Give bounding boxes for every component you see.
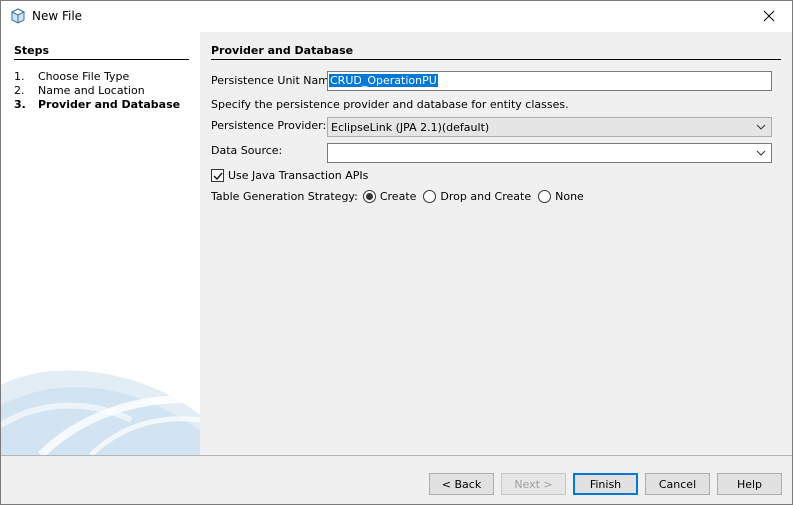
- radio-label-drop-and-create: Drop and Create: [440, 190, 532, 203]
- instructions-text: Specify the persistence provider and dat…: [211, 98, 569, 111]
- radio-button-drop-and-create[interactable]: [423, 190, 437, 203]
- jta-checkbox-label: Use Java Transaction APIs: [228, 169, 369, 182]
- radio-label-create: Create: [379, 190, 417, 203]
- back-button[interactable]: < Back: [429, 473, 494, 495]
- title-bar: New File: [1, 1, 792, 31]
- provider-dropdown[interactable]: EclipseLink (JPA 2.1)(default): [327, 117, 772, 137]
- content-panel: Provider and Database Persistence Unit N…: [200, 32, 792, 455]
- netbeans-cube-icon: [10, 8, 26, 24]
- jta-checkbox[interactable]: [211, 169, 224, 182]
- radio-option-none[interactable]: None: [538, 190, 584, 203]
- table-strategy-label: Table Generation Strategy:: [211, 190, 358, 203]
- step-number: 2.: [14, 84, 25, 97]
- content-heading: Provider and Database: [211, 44, 781, 60]
- datasource-label: Data Source:: [211, 144, 283, 157]
- new-file-dialog: New File Steps 1. Choose File Type 2. Na…: [0, 0, 793, 505]
- finish-button[interactable]: Finish: [573, 473, 638, 495]
- checkmark-icon: [212, 172, 223, 180]
- help-button[interactable]: Help: [717, 473, 782, 495]
- persistence-unit-label: Persistence Unit Name:: [211, 74, 340, 87]
- chevron-down-icon: [756, 150, 766, 156]
- step-number: 3.: [14, 98, 26, 111]
- radio-button-create[interactable]: [362, 190, 376, 203]
- radio-option-create[interactable]: Create: [362, 190, 417, 203]
- provider-value: EclipseLink (JPA 2.1)(default): [331, 120, 490, 134]
- close-button[interactable]: [746, 1, 792, 31]
- persistence-unit-value: CRUD_OperationPU: [329, 74, 438, 87]
- step-item-current: 3. Provider and Database: [14, 98, 180, 112]
- steps-list: 1. Choose File Type 2. Name and Location…: [14, 70, 180, 112]
- steps-heading: Steps: [14, 44, 189, 60]
- steps-panel: Steps 1. Choose File Type 2. Name and Lo…: [1, 32, 200, 455]
- persistence-unit-input[interactable]: CRUD_OperationPU: [327, 71, 772, 91]
- next-button[interactable]: Next >: [501, 473, 566, 495]
- radio-option-drop-and-create[interactable]: Drop and Create: [423, 190, 531, 203]
- button-bar: < Back Next > Finish Cancel Help: [1, 455, 792, 504]
- provider-label: Persistence Provider:: [211, 119, 327, 132]
- table-strategy-row: Table Generation Strategy: Create Drop a…: [211, 190, 591, 203]
- cancel-button[interactable]: Cancel: [645, 473, 710, 495]
- radio-selected-dot: [365, 193, 373, 200]
- jta-checkbox-row[interactable]: Use Java Transaction APIs: [211, 169, 368, 182]
- close-icon: [763, 10, 775, 22]
- step-label: Name and Location: [38, 84, 145, 97]
- step-item: 2. Name and Location: [14, 84, 180, 98]
- step-label: Provider and Database: [38, 98, 181, 111]
- radio-button-none[interactable]: [538, 190, 552, 203]
- datasource-dropdown[interactable]: [327, 143, 772, 163]
- step-label: Choose File Type: [38, 70, 130, 83]
- window-title: New File: [32, 9, 83, 23]
- decorative-swoosh-graphic: [1, 370, 200, 455]
- chevron-down-icon: [756, 124, 766, 130]
- step-number: 1.: [14, 70, 25, 83]
- radio-label-none: None: [555, 190, 584, 203]
- step-item: 1. Choose File Type: [14, 70, 180, 84]
